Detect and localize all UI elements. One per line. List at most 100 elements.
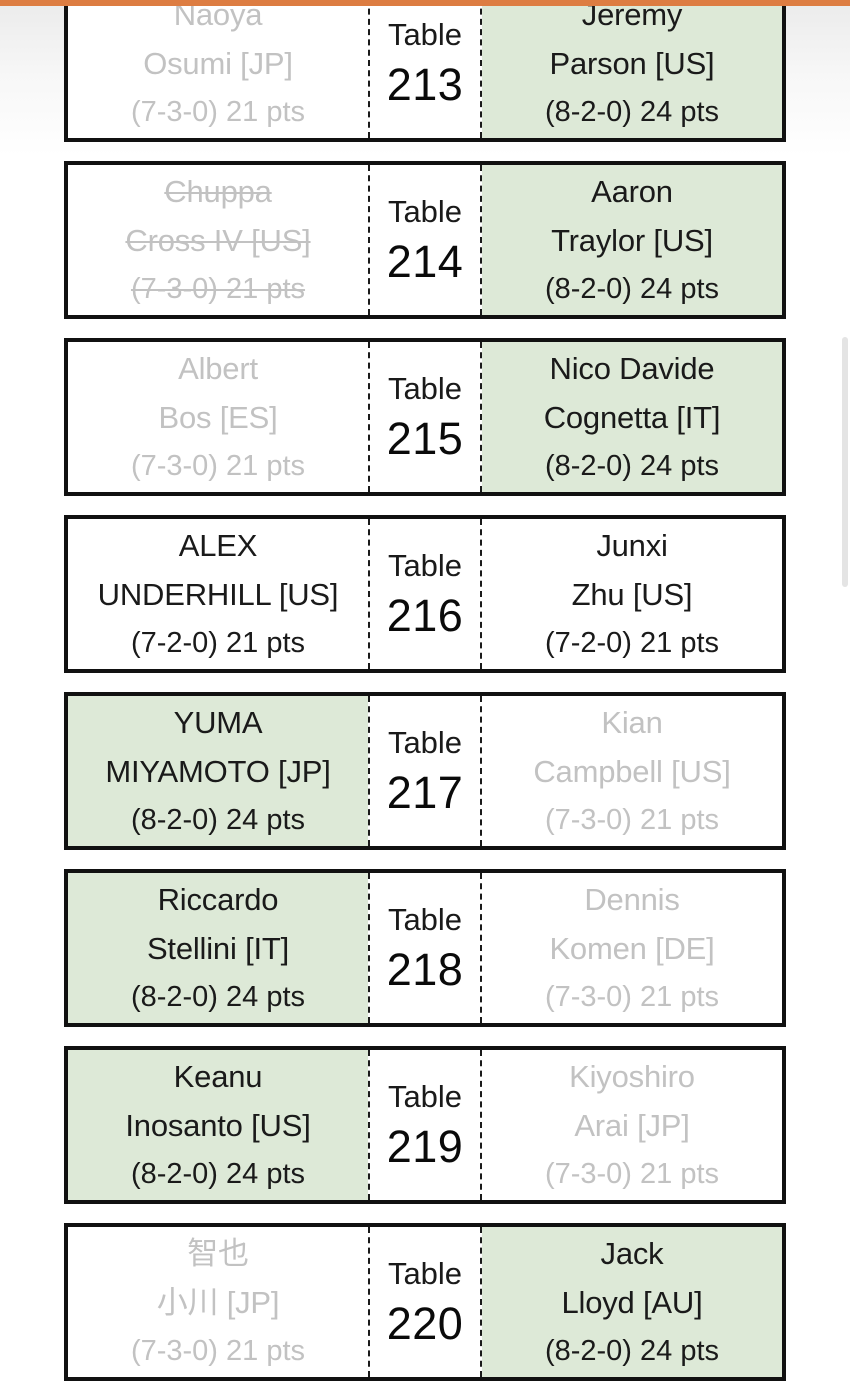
player-name-line1: Chuppa	[164, 173, 272, 209]
player-name-line1: Keanu	[173, 1058, 263, 1094]
player-record: (8-2-0) 24 pts	[544, 95, 720, 128]
player-name-line2: Campbell [US]	[533, 753, 731, 789]
player-record: (7-2-0) 21 pts	[130, 626, 306, 659]
player-name-line2: UNDERHILL [US]	[97, 576, 339, 612]
player-record: (7-3-0) 21 pts	[130, 449, 306, 482]
player-record: (7-3-0) 21 pts	[130, 1334, 306, 1367]
pairing-card[interactable]: Albert Bos [ES] (7-3-0) 21 pts Table 215 Nico…	[64, 338, 786, 496]
player-name-line1: Riccardo	[157, 881, 279, 917]
pairings-list: Naoya Osumi [JP] (7-3-0) 21 pts Table 213 Jer…	[0, 6, 850, 1391]
table-label: Table	[387, 1256, 463, 1291]
table-number-cell: Table 220	[368, 1227, 482, 1377]
player-name-line1: Jeremy	[581, 6, 683, 32]
table-number-cell: Table 215	[368, 342, 482, 492]
player-name-line2: Komen [DE]	[549, 930, 715, 966]
player-cell-right[interactable]: Jeremy Parson [US] (8-2-0) 24 pts	[482, 6, 782, 138]
player-record: (7-3-0) 21 pts	[544, 1157, 720, 1190]
player-name-line1: Kian	[601, 704, 663, 740]
player-cell-right[interactable]: Dennis Komen [DE] (7-3-0) 21 pts	[482, 873, 782, 1023]
player-name-line1: Dennis	[584, 881, 680, 917]
table-label: Table	[387, 17, 463, 52]
player-name-line2: Bos [ES]	[158, 399, 278, 435]
player-record: (8-2-0) 24 pts	[130, 803, 306, 836]
player-record: (8-2-0) 24 pts	[130, 1157, 306, 1190]
pairing-card[interactable]: ALEX UNDERHILL [US] (7-2-0) 21 pts Table 216…	[64, 515, 786, 673]
table-number-cell: Table 218	[368, 873, 482, 1023]
table-label: Table	[387, 548, 463, 583]
player-cell-left[interactable]: Albert Bos [ES] (7-3-0) 21 pts	[68, 342, 368, 492]
player-name-line2: Zhu [US]	[571, 576, 693, 612]
player-name-line1: Nico Davide	[549, 350, 715, 386]
player-record: (7-3-0) 21 pts	[544, 803, 720, 836]
player-cell-right[interactable]: Junxi Zhu [US] (7-2-0) 21 pts	[482, 519, 782, 669]
player-name-line2: Cross IV [US]	[125, 222, 311, 258]
player-name-line1: Jack	[600, 1235, 664, 1271]
player-record: (7-2-0) 21 pts	[544, 626, 720, 659]
top-accent-bar	[0, 0, 850, 6]
table-label: Table	[387, 371, 463, 406]
player-name-line2: 小川 [JP]	[156, 1284, 280, 1320]
player-cell-left[interactable]: Keanu Inosanto [US] (8-2-0) 24 pts	[68, 1050, 368, 1200]
table-label: Table	[387, 1079, 463, 1114]
player-name-line2: Lloyd [AU]	[561, 1284, 703, 1320]
table-number-cell: Table 213	[368, 6, 482, 138]
pairing-card[interactable]: Riccardo Stellini [IT] (8-2-0) 24 pts Table…	[64, 869, 786, 1027]
player-name-line1: YUMA	[173, 704, 263, 740]
table-number: 219	[386, 1121, 464, 1172]
table-label: Table	[387, 902, 463, 937]
player-cell-left[interactable]: Riccardo Stellini [IT] (8-2-0) 24 pts	[68, 873, 368, 1023]
table-number-cell: Table 216	[368, 519, 482, 669]
table-number: 220	[386, 1298, 464, 1349]
player-cell-right[interactable]: Nico Davide Cognetta [IT] (8-2-0) 24 pts	[482, 342, 782, 492]
player-record: (7-3-0) 21 pts	[130, 95, 306, 128]
table-number: 215	[386, 413, 464, 464]
player-name-line1: Naoya	[173, 6, 263, 32]
player-cell-right[interactable]: Jack Lloyd [AU] (8-2-0) 24 pts	[482, 1227, 782, 1377]
player-cell-left[interactable]: YUMA MIYAMOTO [JP] (8-2-0) 24 pts	[68, 696, 368, 846]
player-record: (8-2-0) 24 pts	[544, 449, 720, 482]
table-number: 218	[386, 944, 464, 995]
table-number: 217	[386, 767, 464, 818]
player-cell-left[interactable]: Naoya Osumi [JP] (7-3-0) 21 pts	[68, 6, 368, 138]
player-name-line2: MIYAMOTO [JP]	[105, 753, 331, 789]
pairing-card[interactable]: Chuppa Cross IV [US] (7-3-0) 21 pts Table 21…	[64, 161, 786, 319]
player-name-line1: Albert	[178, 350, 258, 386]
player-cell-right[interactable]: Kiyoshiro Arai [JP] (7-3-0) 21 pts	[482, 1050, 782, 1200]
player-name-line2: Inosanto [US]	[125, 1107, 311, 1143]
player-record: (8-2-0) 24 pts	[544, 272, 720, 305]
vertical-scrollbar-thumb[interactable]	[842, 337, 848, 587]
player-name-line1: 智也	[187, 1235, 249, 1271]
player-cell-left[interactable]: Chuppa Cross IV [US] (7-3-0) 21 pts	[68, 165, 368, 315]
player-name-line2: Stellini [IT]	[146, 930, 290, 966]
player-record: (8-2-0) 24 pts	[130, 980, 306, 1013]
player-record: (7-3-0) 21 pts	[130, 272, 306, 305]
player-record: (8-2-0) 24 pts	[544, 1334, 720, 1367]
player-cell-right[interactable]: Kian Campbell [US] (7-3-0) 21 pts	[482, 696, 782, 846]
player-name-line1: Kiyoshiro	[569, 1058, 695, 1094]
player-name-line2: Traylor [US]	[551, 222, 713, 258]
player-name-line2: Arai [JP]	[574, 1107, 690, 1143]
player-record: (7-3-0) 21 pts	[544, 980, 720, 1013]
player-name-line1: ALEX	[178, 527, 258, 563]
table-number-cell: Table 214	[368, 165, 482, 315]
player-name-line2: Parson [US]	[549, 45, 715, 81]
player-cell-left[interactable]: 智也小川 [JP] (7-3-0) 21 pts	[68, 1227, 368, 1377]
table-number: 213	[386, 59, 464, 110]
player-name-line1: Aaron	[591, 173, 673, 209]
player-cell-left[interactable]: ALEX UNDERHILL [US] (7-2-0) 21 pts	[68, 519, 368, 669]
pairing-card[interactable]: 智也小川 [JP] (7-3-0) 21 pts Table 220 Jack Lloyd…	[64, 1223, 786, 1381]
table-number: 214	[386, 236, 464, 287]
vertical-scrollbar[interactable]	[840, 6, 850, 1391]
pairing-card[interactable]: Keanu Inosanto [US] (8-2-0) 24 pts Table 219…	[64, 1046, 786, 1204]
player-name-line2: Osumi [JP]	[143, 45, 293, 81]
pairings-scroll-area[interactable]: Naoya Osumi [JP] (7-3-0) 21 pts Table 213 Jer…	[0, 6, 850, 1391]
player-cell-right[interactable]: Aaron Traylor [US] (8-2-0) 24 pts	[482, 165, 782, 315]
table-number-cell: Table 217	[368, 696, 482, 846]
table-label: Table	[387, 725, 463, 760]
pairing-card[interactable]: Naoya Osumi [JP] (7-3-0) 21 pts Table 213 Jer…	[64, 6, 786, 142]
pairing-card[interactable]: YUMA MIYAMOTO [JP] (8-2-0) 24 pts Table 217 K…	[64, 692, 786, 850]
table-label: Table	[387, 194, 463, 229]
table-number: 216	[386, 590, 464, 641]
table-number-cell: Table 219	[368, 1050, 482, 1200]
player-name-line2: Cognetta [IT]	[543, 399, 721, 435]
